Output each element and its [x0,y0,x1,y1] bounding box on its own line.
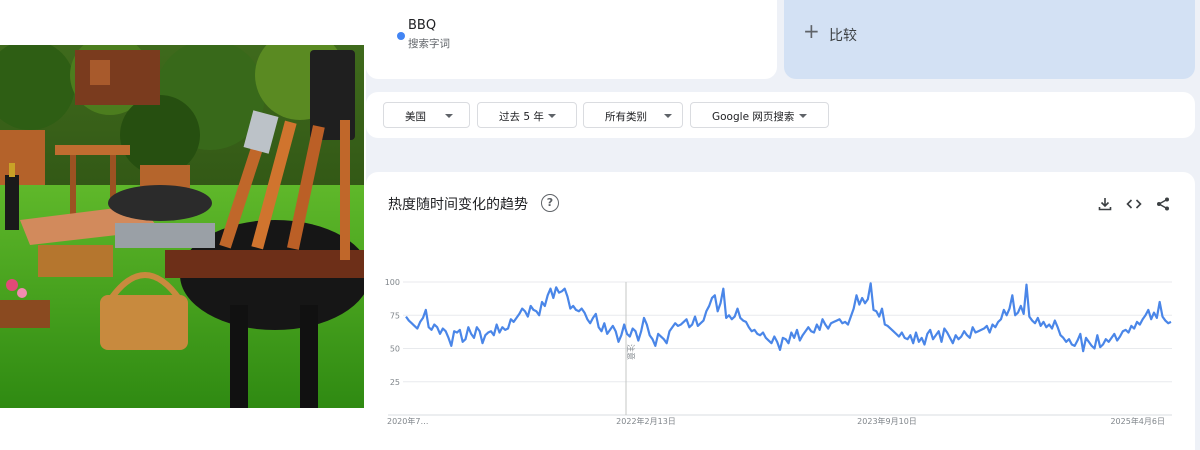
y-tick-label: 100 [385,278,400,287]
caret-down-icon [664,114,672,118]
time-range-dropdown-label: 过去 5 年 [499,111,544,123]
x-tick-label: 2025年4月6日 [1110,416,1165,426]
trend-line-chart[interactable]: 25 50 75 100 2020年7… 2022年2月13日 2023年9月10日 202… [366,172,1195,450]
compare-label: 比较 [829,28,857,44]
compare-button[interactable]: + 比较 [784,0,1195,79]
filter-bar: 美国 过去 5 年 所有类别 Google 网页搜索 [366,92,1195,138]
caret-down-icon [548,114,556,118]
x-tick-label: 2022年2月13日 [616,416,676,426]
time-range-dropdown[interactable]: 过去 5 年 [477,102,577,128]
y-tick-label: 25 [390,378,400,387]
category-dropdown[interactable]: 所有类别 [583,102,683,128]
search-type-dropdown-label: Google 网页搜索 [712,111,795,123]
region-dropdown[interactable]: 美国 [383,102,470,128]
category-dropdown-label: 所有类别 [605,111,647,123]
interest-over-time-card: 热度随时间变化的趋势 ? 25 50 75 100 2020年7… 2022年2月13日… [366,172,1195,450]
bbq-photo-illustration [0,45,364,408]
search-term-card[interactable]: BBQ 搜索字词 [366,0,777,79]
bbq-garden-photo [0,45,364,408]
series-color-dot [397,32,405,40]
y-tick-label: 50 [390,345,400,354]
y-tick-label: 75 [390,311,400,320]
x-tick-label: 2020年7… [387,416,428,426]
caret-down-icon [445,114,453,118]
plus-icon: + [803,19,820,43]
search-term-type: 搜索字词 [408,38,450,50]
search-type-dropdown[interactable]: Google 网页搜索 [690,102,829,128]
search-term-name[interactable]: BBQ [408,18,436,33]
left-panel [0,0,366,450]
x-tick-label: 2023年9月10日 [857,416,917,426]
annotation-note[interactable]: 注意 [626,344,636,360]
caret-down-icon [799,114,807,118]
series-line-bbq[interactable] [405,282,1172,353]
region-dropdown-label: 美国 [405,111,426,123]
